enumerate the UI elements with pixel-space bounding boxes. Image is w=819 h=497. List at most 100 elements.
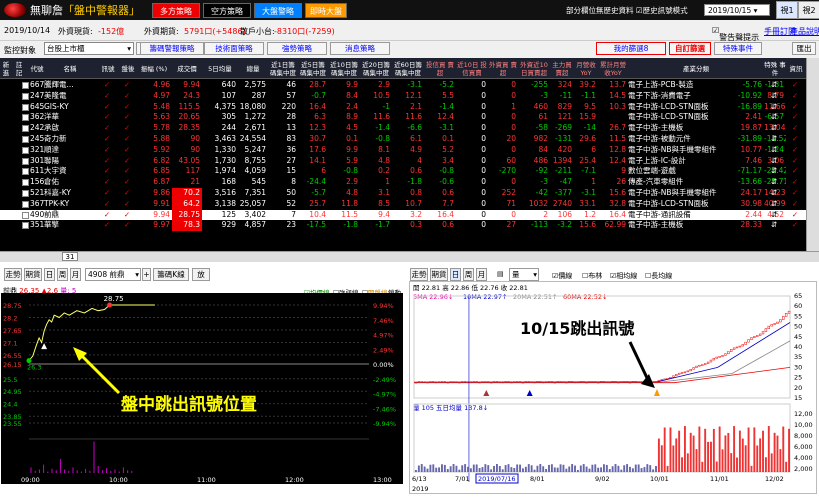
row-checkbox[interactable] <box>22 222 29 230</box>
table-row[interactable]: 2425承啟 ✓ ✓ 5.78 28.35 244 2,671 13 12.3 4.5 -1.4 -6… <box>0 123 806 134</box>
tab-week-right[interactable]: 周 <box>463 268 474 281</box>
page-number[interactable]: 31 <box>62 252 78 261</box>
tab-day-right[interactable]: 日 <box>450 268 461 281</box>
column-header[interactable]: 振幅 (%) <box>136 58 172 79</box>
column-header[interactable]: 產業分類 <box>628 58 764 79</box>
toggle-short-ma[interactable]: ☑相均線 <box>610 271 637 281</box>
row-checkbox[interactable] <box>22 103 29 111</box>
table-horizontal-scrollbar[interactable] <box>0 251 819 262</box>
column-header[interactable]: 近1日籌 碼集中度 <box>268 58 298 79</box>
tab-week[interactable]: 周 <box>57 268 68 281</box>
history-mode-checkbox[interactable]: ☑ <box>636 6 643 15</box>
intraday-chart[interactable]: 28.75 28.2 27.65 27.1 26.55 26.15 25.5 24.95 24.… <box>1 293 403 484</box>
long-strategy-button[interactable]: 多方策略 <box>152 3 200 18</box>
tab-month-right[interactable]: 月 <box>476 268 487 281</box>
row-checkbox[interactable] <box>22 82 29 89</box>
column-header[interactable]: 主力買 賣超 <box>550 58 574 79</box>
special-event-button[interactable]: 特殊事件 <box>714 42 762 55</box>
table-row[interactable]: 3673TPK-KY ✓ ✓ 9.9164.2 3,13825,057 52 25.7 11.… <box>0 198 806 210</box>
row-checkbox[interactable] <box>22 136 29 143</box>
technical-strategy-button[interactable]: 技術面策略 <box>204 42 264 55</box>
column-header[interactable]: 新 進 <box>0 58 12 79</box>
table-row[interactable]: 2456奇力新 ✓ ✓ 5.88 90 3,46324,554 83 30.7 0.1 -0.8 6… <box>0 134 806 145</box>
table-row[interactable]: 3515華擎 ✓ ✓ 9.9778.3 929 4,857 23 -17.5 -1.8 -1.7 0… <box>0 220 806 232</box>
indicator-select[interactable]: 量 ▾ <box>509 268 539 281</box>
alert-sound-toggle[interactable]: ☑ 警告聲提示 <box>712 26 759 42</box>
row-checkbox[interactable] <box>22 157 29 165</box>
column-header[interactable]: 註 記 <box>12 58 26 79</box>
row-checkbox[interactable] <box>22 125 29 133</box>
column-header[interactable]: 訊號 <box>96 58 120 79</box>
export-button[interactable]: 匯出 <box>792 42 816 55</box>
tab-month[interactable]: 月 <box>70 268 81 281</box>
row-checkbox[interactable] <box>22 114 29 122</box>
table-cell-vol5: 4,059 <box>244 166 266 176</box>
daily-chart[interactable]: 開 22.81 高 22.86 低 22.76 收 22.81 5MA 22.96… <box>409 281 817 494</box>
table-cell-amp: 9.91 <box>153 198 170 208</box>
view-tab-1[interactable]: 視1 <box>776 1 798 19</box>
monitor-select[interactable]: 台股上市櫃 ▾ <box>44 42 134 55</box>
column-header[interactable]: 近20日籌 碼集中度 <box>360 58 392 79</box>
column-header[interactable]: 總量 <box>238 58 268 79</box>
add-stock-button[interactable]: + <box>142 268 151 281</box>
custom-filter-button[interactable]: 自訂篩選 <box>669 42 711 55</box>
table-row[interactable]: 3211順達 ✓ ✓ 5.92 90 1,330 5,247 36 17.6 9.9 8.1 4.9 5… <box>0 145 806 156</box>
signal-check-icon: ✓ <box>103 166 111 176</box>
row-checkbox[interactable] <box>22 168 29 176</box>
stock-select[interactable]: 4908 前鼎 ▾ <box>85 268 141 281</box>
column-header[interactable]: 資訊 <box>786 58 806 79</box>
column-header[interactable]: 成交價 <box>172 58 202 79</box>
row-checkbox[interactable] <box>22 200 29 208</box>
toggle-bollinger[interactable]: ☐布林 <box>582 271 602 281</box>
table-row[interactable]: 4908前鼎 ✓ ✓ 9.9428.75 125 3,402 7 10.4 11.5 9.4 3.2… <box>0 209 806 221</box>
table-row[interactable]: 3622洋華 ✓ ✓ 5.63 20.65 305 1,272 28 6.3 8.9 11.6 11.… <box>0 112 806 123</box>
row-checkbox[interactable] <box>22 190 29 197</box>
date-picker[interactable]: 2019/10/15 ▾ <box>704 4 770 16</box>
table-row[interactable]: 5215科嘉-KY ✓ ✓ 9.8670.2 3,516 7,351 50 -5.7 4.8 3.… <box>0 188 806 199</box>
tab-trend-right[interactable]: 走勢 <box>410 268 428 281</box>
row-checkbox[interactable] <box>22 211 29 219</box>
tab-futures[interactable]: 期貨 <box>24 268 42 281</box>
column-header[interactable]: 5日均量 <box>202 58 238 79</box>
column-header[interactable]: 名稱 <box>44 58 96 79</box>
column-header[interactable]: 近5日籌 碼集中度 <box>298 58 328 79</box>
column-header[interactable]: 近60日籌 碼集中度 <box>392 58 424 79</box>
market-alert-button[interactable]: 大盤警略 <box>254 3 302 18</box>
column-header[interactable]: 盤後 <box>120 58 136 79</box>
my-filter-button[interactable]: 我的篩選8 <box>596 42 666 55</box>
toggle-price-line[interactable]: ☑價線 <box>552 271 572 281</box>
table-vertical-scrollbar[interactable] <box>806 58 819 251</box>
tab-futures-right[interactable]: 期貨 <box>430 268 448 281</box>
table-row[interactable]: 3014聯陽 ✓ ✓ 6.82 43.05 1,730 8,755 27 14.1 5.9 4.8 4… <box>0 156 806 167</box>
strong-strategy-button[interactable]: 強勢策略 <box>267 42 327 55</box>
chip-strategy-button[interactable]: 籌碼警報策略 <box>140 42 204 55</box>
table-row[interactable]: 2477美隆電 ✓ ✓ 4.97 24.3 107 287 57 -0.7 8.4 10.5 12.1… <box>0 91 806 102</box>
column-header[interactable]: 近10日 投信買賣 <box>456 58 488 79</box>
table-row[interactable]: 6456GIS-KY ✓ ✓ 5.48 115.5 4,37518,080 220 16.4 2… <box>0 102 806 113</box>
column-header[interactable]: 特殊 事件 <box>764 58 786 79</box>
column-header[interactable]: 月營收 YoY <box>574 58 598 79</box>
table-row[interactable]: 6111大宇資 ✓ ✓ 6.85 117 1,974 4,059 15 6 -0.8 0.2 0.6 -… <box>0 166 806 177</box>
column-header[interactable]: 累計月營 收YoY <box>598 58 628 79</box>
column-header[interactable]: 外資買 賣超 <box>488 58 518 79</box>
tab-trend[interactable]: 走勢 <box>4 268 22 281</box>
volume-bar <box>788 428 790 472</box>
chip-kline-button[interactable]: 籌碼K線 <box>153 268 189 281</box>
view-tab-2[interactable]: 視2 <box>798 1 819 19</box>
zoom-button[interactable]: 放 <box>192 268 210 281</box>
column-header[interactable]: 代號 <box>30 58 44 79</box>
tab-day[interactable]: 日 <box>44 268 55 281</box>
short-strategy-button[interactable]: 空方策略 <box>203 3 251 18</box>
column-header[interactable]: 外資近10 日買賣超 <box>518 58 550 79</box>
product-link[interactable]: 產品說明 <box>790 26 819 37</box>
table-row[interactable]: 6672騰輝電... ✓ ✓ 4.96 9.94 640 2,575 46 28.7 9.9 2.9… <box>0 80 806 91</box>
row-checkbox[interactable] <box>22 179 29 187</box>
toggle-long-ma[interactable]: ☐長均線 <box>645 271 672 281</box>
table-row[interactable]: 1568倉佑 ✓ ✓ 6.87 21 168 545 8 -24.4 2.9 1 -1.8 -0.6 0 0… <box>0 177 806 188</box>
column-header[interactable]: 投信買 賣超 <box>424 58 456 79</box>
column-header[interactable]: 近10日籌 碼集中度 <box>328 58 360 79</box>
row-checkbox[interactable] <box>22 92 29 100</box>
row-checkbox[interactable] <box>22 146 29 154</box>
news-strategy-button[interactable]: 消息策略 <box>330 42 390 55</box>
realtime-market-button[interactable]: 即時大盤 <box>305 3 347 18</box>
